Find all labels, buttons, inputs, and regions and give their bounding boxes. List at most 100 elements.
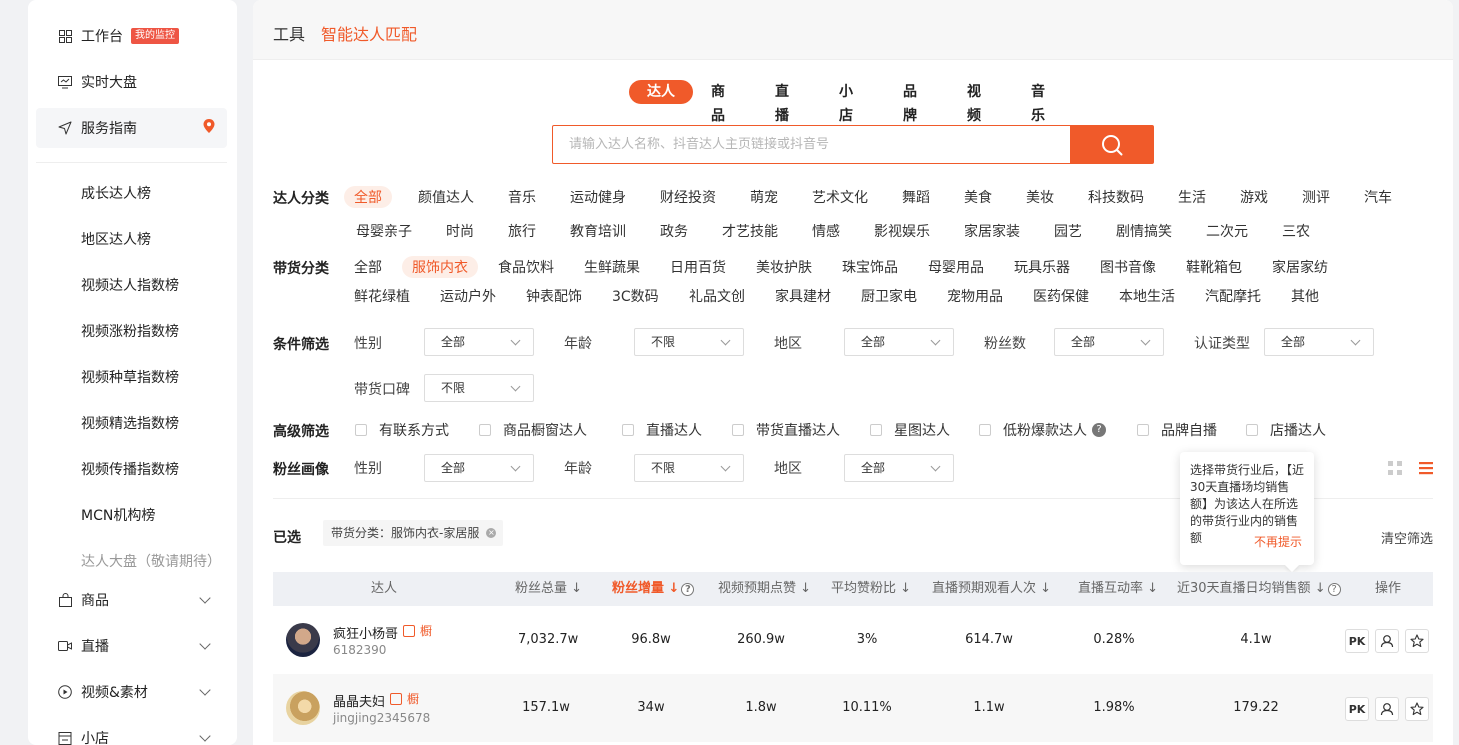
creator-category-option[interactable]: 全部 — [344, 186, 392, 208]
goods-category-option[interactable]: 美妆护肤 — [756, 257, 812, 277]
tab-creator[interactable]: 达人 — [629, 80, 693, 104]
creator-category-option[interactable]: 运动健身 — [570, 187, 626, 207]
creator-category-option[interactable]: 美妆 — [1026, 187, 1054, 207]
sidebar-subitem[interactable]: 视频涨粉指数榜 — [81, 321, 179, 341]
checkbox-box[interactable] — [355, 424, 367, 436]
fans-count-select[interactable]: 全部 — [1054, 328, 1164, 356]
goods-category-option[interactable]: 鞋靴箱包 — [1186, 257, 1242, 277]
checkbox-brand-self-live[interactable]: 品牌自播 — [1137, 420, 1217, 440]
tab-brand[interactable]: 品牌 — [903, 80, 917, 124]
creator-category-option[interactable]: 影视娱乐 — [874, 221, 930, 241]
col-video-likes[interactable]: 视频预期点赞 ↓ — [718, 572, 811, 606]
checkbox-box[interactable] — [479, 424, 491, 436]
clear-filters-button[interactable]: 清空筛选 — [1381, 528, 1433, 547]
goods-category-option[interactable]: 珠宝饰品 — [842, 257, 898, 277]
goods-category-option[interactable]: 服饰内衣 — [402, 256, 478, 278]
sidebar-group-goods[interactable]: 商品 — [28, 580, 237, 620]
tab-shop[interactable]: 小店 — [839, 80, 853, 124]
contact-button[interactable] — [1375, 697, 1399, 721]
goods-category-option[interactable]: 图书音像 — [1100, 257, 1156, 277]
checkbox-live-creator[interactable]: 直播达人 — [622, 420, 702, 440]
sidebar-subitem[interactable]: MCN机构榜 — [81, 505, 155, 525]
creator-category-option[interactable]: 教育培训 — [570, 221, 626, 241]
checkbox-low-fans-hit-creator[interactable]: 低粉爆款达人? — [979, 420, 1106, 440]
avatar[interactable] — [286, 623, 320, 657]
search-button[interactable] — [1070, 126, 1153, 163]
goods-category-option[interactable]: 钟表配饰 — [526, 286, 582, 306]
checkbox-store-live-creator[interactable]: 店播达人 — [1246, 420, 1326, 440]
table-row[interactable]: 疯狂小杨哥 橱 6182390 7,032.7w 96.8w 260.9w 3%… — [273, 606, 1433, 674]
pk-button[interactable]: PK — [1345, 697, 1369, 721]
pk-button[interactable]: PK — [1345, 629, 1369, 653]
creator-category-option[interactable]: 才艺技能 — [722, 221, 778, 241]
creator-category-option[interactable]: 汽车 — [1364, 187, 1392, 207]
goods-category-option[interactable]: 日用百货 — [670, 257, 726, 277]
checkbox-box[interactable] — [732, 424, 744, 436]
goods-category-option[interactable]: 玩具乐器 — [1014, 257, 1070, 277]
gender-select[interactable]: 全部 — [424, 328, 534, 356]
goods-category-option[interactable]: 汽配摩托 — [1205, 286, 1261, 306]
goods-category-option[interactable]: 母婴用品 — [928, 257, 984, 277]
sidebar-group-shop[interactable]: 小店 — [28, 718, 237, 745]
goods-category-option[interactable]: 食品饮料 — [498, 257, 554, 277]
creator-name[interactable]: 晶晶夫妇 — [333, 691, 385, 710]
checkbox-box[interactable] — [870, 424, 882, 436]
goods-category-option[interactable]: 全部 — [354, 257, 382, 277]
col-live-views[interactable]: 直播预期观看人次 ↓ — [932, 572, 1051, 606]
creator-category-option[interactable]: 美食 — [964, 187, 992, 207]
creator-category-option[interactable]: 科技数码 — [1088, 187, 1144, 207]
sidebar-subitem[interactable]: 视频种草指数榜 — [81, 367, 179, 387]
tab-music[interactable]: 音乐 — [1031, 80, 1045, 124]
creator-category-option[interactable]: 剧情搞笑 — [1116, 221, 1172, 241]
goods-category-option[interactable]: 鲜花绿植 — [354, 286, 410, 306]
checkbox-showcase-creator[interactable]: 商品橱窗达人 — [479, 420, 587, 440]
creator-category-option[interactable]: 舞蹈 — [902, 187, 930, 207]
goods-category-option[interactable]: 家具建材 — [775, 286, 831, 306]
sidebar-subitem[interactable]: 视频精选指数榜 — [81, 413, 179, 433]
help-icon[interactable]: ? — [1092, 423, 1106, 437]
goods-category-option[interactable]: 厨卫家电 — [861, 286, 917, 306]
creator-category-option[interactable]: 游戏 — [1240, 187, 1268, 207]
creator-category-option[interactable]: 家居家装 — [964, 221, 1020, 241]
goods-category-option[interactable]: 运动户外 — [440, 286, 496, 306]
sidebar-subitem[interactable]: 地区达人榜 — [81, 229, 151, 249]
checkbox-box[interactable] — [622, 424, 634, 436]
creator-category-option[interactable]: 二次元 — [1206, 221, 1248, 241]
checkbox-box[interactable] — [1246, 424, 1258, 436]
fans-region-select[interactable]: 全部 — [844, 454, 954, 482]
goods-category-option[interactable]: 宠物用品 — [947, 286, 1003, 306]
goods-category-option[interactable]: 其他 — [1291, 286, 1319, 306]
grid-view-icon[interactable] — [1387, 460, 1403, 476]
checkbox-box[interactable] — [979, 424, 991, 436]
sidebar-subitem[interactable]: 视频达人指数榜 — [81, 275, 179, 295]
help-icon[interactable]: ? — [1327, 583, 1341, 596]
col-live-interaction[interactable]: 直播互动率 ↓ — [1078, 572, 1158, 606]
help-icon[interactable]: ? — [681, 583, 695, 596]
creator-category-option[interactable]: 政务 — [660, 221, 688, 241]
creator-category-option[interactable]: 园艺 — [1054, 221, 1082, 241]
sidebar-item-service-guide[interactable]: 服务指南 — [36, 108, 227, 148]
creator-category-option[interactable]: 生活 — [1178, 187, 1206, 207]
goods-category-option[interactable]: 家居家纺 — [1272, 257, 1328, 277]
contact-button[interactable] — [1375, 629, 1399, 653]
col-total-fans[interactable]: 粉丝总量 ↓ — [515, 572, 582, 606]
checkbox-sales-live-creator[interactable]: 带货直播达人 — [732, 420, 840, 440]
table-row[interactable]: 晶晶夫妇 橱 jingjing2345678 157.1w 34w 1.8w 1… — [273, 674, 1433, 742]
goods-category-option[interactable]: 3C数码 — [612, 286, 659, 306]
tab-live[interactable]: 直播 — [775, 80, 789, 124]
creator-category-option[interactable]: 测评 — [1302, 187, 1330, 207]
col-30d-sales[interactable]: 近30天直播日均销售额 ↓? — [1177, 572, 1341, 606]
sidebar-group-live[interactable]: 直播 — [28, 626, 237, 666]
search-input[interactable] — [553, 126, 1070, 163]
fans-age-select[interactable]: 不限 — [634, 454, 744, 482]
region-select[interactable]: 全部 — [844, 328, 954, 356]
creator-category-option[interactable]: 财经投资 — [660, 187, 716, 207]
sidebar-subitem[interactable]: 视频传播指数榜 — [81, 459, 179, 479]
tab-video[interactable]: 视频 — [967, 80, 981, 124]
goods-category-option[interactable]: 礼品文创 — [689, 286, 745, 306]
breadcrumb-section[interactable]: 工具 — [273, 21, 305, 45]
sidebar-item-realtime[interactable]: 实时大盘 — [28, 62, 237, 102]
creator-name[interactable]: 疯狂小杨哥 — [333, 623, 398, 642]
verification-type-select[interactable]: 全部 — [1264, 328, 1374, 356]
fans-gender-select[interactable]: 全部 — [424, 454, 534, 482]
